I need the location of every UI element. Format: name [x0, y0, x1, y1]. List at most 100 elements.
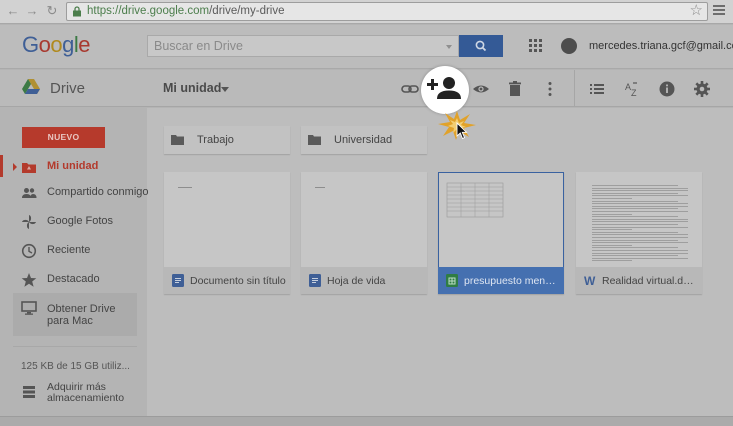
- info-icon[interactable]: [657, 79, 677, 99]
- sidebar-item-label: Compartido conmigo: [47, 186, 149, 198]
- google-logo[interactable]: Google: [22, 32, 91, 58]
- notifications-icon[interactable]: [561, 38, 577, 54]
- google-header: Google Buscar en Drive mercedes.triana.g…: [0, 25, 733, 69]
- url-protocol: https://: [87, 5, 122, 17]
- account-email[interactable]: mercedes.triana.gcf@gmail.com: [589, 40, 733, 52]
- thumbnail-text-line: [592, 252, 688, 254]
- file-card[interactable]: W Realidad virtual.docx: [576, 172, 702, 294]
- thumbnail-text-line: [592, 213, 632, 215]
- spreadsheet-preview: [446, 182, 504, 218]
- thumbnail-text-line: [592, 242, 688, 244]
- add-person-icon: [427, 77, 461, 99]
- thumbnail-text-line: [592, 234, 688, 236]
- thumbnail-text-line: [592, 211, 688, 212]
- file-card[interactable]: Documento sin título: [164, 172, 290, 294]
- file-card[interactable]: Hoja de vida: [301, 172, 427, 294]
- thumbnail-text-line: [592, 208, 678, 210]
- drive-title[interactable]: Drive: [50, 80, 85, 97]
- sidebar-item-starred[interactable]: Destacado: [14, 269, 137, 291]
- promo-label: Obtener Drive para Mac: [47, 303, 116, 327]
- file-thumbnail: [301, 172, 427, 267]
- thumbnail-text-line: [592, 257, 688, 259]
- google-doc-icon: [309, 274, 321, 287]
- thumbnail-text-line: [592, 187, 688, 189]
- get-drive-for-mac[interactable]: Obtener Drive para Mac: [13, 293, 137, 336]
- drive-toolbar: Drive Mi unidad A Z: [0, 70, 733, 107]
- google-sheet-icon: [446, 274, 458, 287]
- thumbnail-text-line: [592, 260, 632, 262]
- sidebar-item-my-drive[interactable]: Mi unidad: [14, 156, 137, 178]
- share-button[interactable]: [421, 66, 469, 114]
- sidebar-item-shared-with-me[interactable]: Compartido conmigo: [14, 182, 149, 204]
- breadcrumb-caret-icon[interactable]: [221, 87, 229, 92]
- thumbnail-text-line: [592, 185, 678, 186]
- svg-text:Z: Z: [631, 88, 637, 98]
- new-button[interactable]: NUEVO: [22, 127, 105, 148]
- forward-icon[interactable]: →: [25, 4, 39, 18]
- folder-item[interactable]: Universidad: [301, 126, 427, 154]
- buy-storage-label: Adquirir más almacenamiento: [47, 381, 125, 404]
- url-path: /drive/my-drive: [209, 5, 285, 17]
- back-icon[interactable]: ←: [6, 4, 20, 18]
- sidebar-item-recent[interactable]: Reciente: [14, 240, 137, 262]
- more-options-icon[interactable]: [540, 79, 560, 99]
- search-options-caret-icon[interactable]: [446, 45, 452, 49]
- thumbnail-text-line: [592, 205, 688, 207]
- settings-gear-icon[interactable]: [692, 79, 712, 99]
- lock-icon: [73, 6, 81, 17]
- people-icon: [22, 188, 37, 198]
- search-button[interactable]: [459, 35, 503, 57]
- storage-quota: 125 KB de 15 GB utiliz...: [21, 361, 130, 372]
- thumbnail-text-line: [592, 221, 688, 223]
- sidebar-item-label: Reciente: [47, 244, 91, 256]
- monitor-icon: [21, 301, 37, 315]
- browser-menu-icon[interactable]: [713, 5, 725, 17]
- sidebar-item-label: Mi unidad: [47, 160, 99, 172]
- horizontal-scrollbar[interactable]: [0, 416, 733, 426]
- thumbnail-text-line: [592, 239, 678, 241]
- reload-icon[interactable]: ↻: [45, 4, 59, 18]
- browser-toolbar: ← → ↻ https://drive.google.com/drive/my-…: [0, 0, 733, 24]
- search-placeholder: Buscar en Drive: [154, 39, 243, 53]
- thumbnail-text-line: [592, 244, 632, 246]
- trash-icon[interactable]: [505, 79, 525, 99]
- folder-icon: [171, 135, 184, 145]
- file-thumbnail: [164, 172, 290, 267]
- file-thumbnail: [439, 173, 563, 267]
- file-name: Documento sin título: [190, 275, 286, 287]
- drive-folder-icon: [22, 163, 36, 173]
- file-name: Realidad virtual.docx: [602, 275, 698, 287]
- apps-grid-icon[interactable]: [529, 39, 543, 53]
- thumbnail-text-line: [592, 192, 678, 194]
- thumbnail-text-line: [592, 229, 632, 231]
- file-thumbnail: [576, 172, 702, 267]
- sidebar-item-label: Destacado: [47, 273, 100, 285]
- thumbnail-text-line: [592, 216, 678, 218]
- mouse-cursor-icon: [456, 122, 468, 140]
- thumbnail-text-line: [592, 200, 678, 202]
- google-doc-icon: [172, 274, 184, 287]
- clock-icon: [21, 243, 37, 259]
- breadcrumb-my-drive[interactable]: Mi unidad: [163, 81, 221, 95]
- buy-storage-link[interactable]: Adquirir más almacenamiento: [14, 380, 137, 408]
- svg-text:W: W: [584, 274, 596, 287]
- word-doc-icon: W: [584, 274, 596, 287]
- thumbnail-text-line: [592, 198, 632, 199]
- address-bar[interactable]: https://drive.google.com/drive/my-drive: [66, 2, 708, 21]
- star-icon: [21, 273, 37, 287]
- file-card-selected[interactable]: presupuesto mensu...: [438, 172, 564, 294]
- file-footer: Hoja de vida: [301, 267, 427, 294]
- bookmark-star-icon[interactable]: ☆: [690, 3, 703, 19]
- thumbnail-text-line: [592, 218, 688, 220]
- thumbnail-text-line: [592, 231, 678, 233]
- search-input[interactable]: Buscar en Drive: [147, 35, 459, 57]
- sort-az-icon[interactable]: A Z: [622, 79, 642, 99]
- thumbnail-text-line: [592, 190, 688, 192]
- sidebar-divider: [13, 346, 137, 347]
- preview-eye-icon[interactable]: [471, 79, 491, 99]
- folder-item[interactable]: Trabajo: [164, 126, 290, 154]
- list-view-icon[interactable]: [587, 79, 607, 99]
- link-icon[interactable]: [400, 79, 420, 99]
- sidebar-item-google-photos[interactable]: Google Fotos: [14, 211, 137, 233]
- file-name: Hoja de vida: [327, 275, 386, 287]
